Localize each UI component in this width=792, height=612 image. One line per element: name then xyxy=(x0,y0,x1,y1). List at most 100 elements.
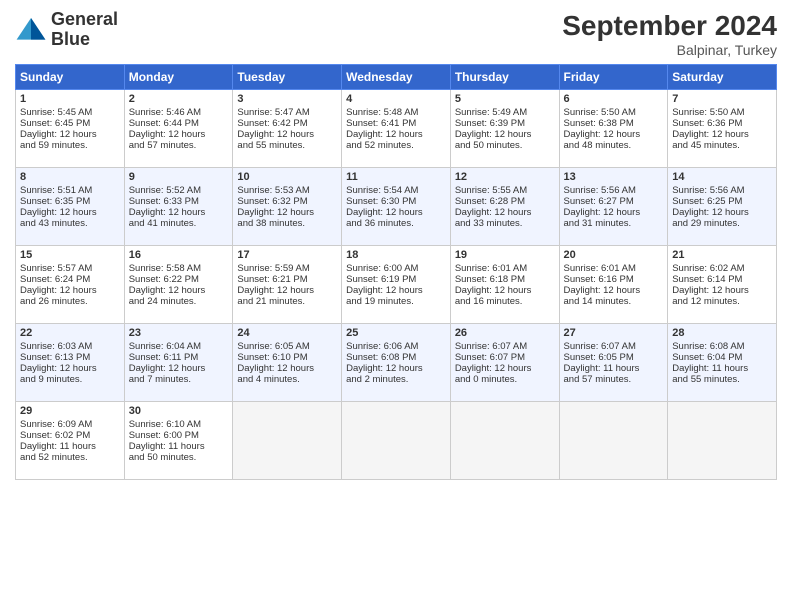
cell-line: and 57 minutes. xyxy=(564,374,664,385)
day-number: 4 xyxy=(346,93,446,105)
calendar-cell: 18Sunrise: 6:00 AMSunset: 6:19 PMDayligh… xyxy=(342,246,451,324)
cell-line: and 50 minutes. xyxy=(455,140,555,151)
month-title: September 2024 xyxy=(562,10,777,42)
cell-line: Sunset: 6:04 PM xyxy=(672,352,772,363)
calendar-cell: 28 Sunrise: 6:08 AMSunset: 6:04 PMDayligh… xyxy=(668,324,777,402)
day-number: 21 xyxy=(672,249,772,261)
cell-line: and 33 minutes. xyxy=(455,218,555,229)
cell-line: Daylight: 12 hours xyxy=(346,363,446,374)
cell-line: Daylight: 12 hours xyxy=(564,285,664,296)
cell-line: and 45 minutes. xyxy=(672,140,772,151)
cell-line: Daylight: 11 hours xyxy=(672,363,772,374)
cell-line: Daylight: 12 hours xyxy=(346,285,446,296)
cell-line: Sunrise: 6:01 AM xyxy=(455,263,555,274)
cell-line: and 16 minutes. xyxy=(455,296,555,307)
day-number: 3 xyxy=(237,93,337,105)
calendar-table: SundayMondayTuesdayWednesdayThursdayFrid… xyxy=(15,64,777,480)
cell-line: and 59 minutes. xyxy=(20,140,120,151)
cell-line: Sunset: 6:44 PM xyxy=(129,118,229,129)
cell-line: and 31 minutes. xyxy=(564,218,664,229)
title-block: September 2024 Balpinar, Turkey xyxy=(562,10,777,58)
calendar-cell: 22Sunrise: 6:03 AMSunset: 6:13 PMDayligh… xyxy=(16,324,125,402)
cell-line: and 14 minutes. xyxy=(564,296,664,307)
cell-line: Sunrise: 6:10 AM xyxy=(129,419,229,430)
calendar-cell: 16Sunrise: 5:58 AMSunset: 6:22 PMDayligh… xyxy=(124,246,233,324)
cell-line: Sunset: 6:24 PM xyxy=(20,274,120,285)
logo: General Blue xyxy=(15,10,118,50)
cell-line: Daylight: 12 hours xyxy=(129,129,229,140)
cell-line: Sunrise: 5:54 AM xyxy=(346,185,446,196)
cell-line: Sunrise: 5:49 AM xyxy=(455,107,555,118)
day-number: 1 xyxy=(20,93,120,105)
cell-line: Daylight: 12 hours xyxy=(346,129,446,140)
cell-line: Sunset: 6:32 PM xyxy=(237,196,337,207)
cell-line: and 21 minutes. xyxy=(237,296,337,307)
cell-line: Sunset: 6:10 PM xyxy=(237,352,337,363)
cell-line: Sunrise: 5:51 AM xyxy=(20,185,120,196)
cell-line: Sunrise: 5:46 AM xyxy=(129,107,229,118)
cell-line: Sunset: 6:30 PM xyxy=(346,196,446,207)
calendar-cell: 12Sunrise: 5:55 AMSunset: 6:28 PMDayligh… xyxy=(450,168,559,246)
cell-line: Daylight: 12 hours xyxy=(455,363,555,374)
cell-line: Sunset: 6:00 PM xyxy=(129,430,229,441)
cell-line: Daylight: 12 hours xyxy=(20,285,120,296)
calendar-cell xyxy=(559,402,668,480)
cell-line: Sunrise: 5:59 AM xyxy=(237,263,337,274)
col-header-thursday: Thursday xyxy=(450,65,559,90)
day-number: 10 xyxy=(237,171,337,183)
cell-line: Daylight: 11 hours xyxy=(129,441,229,452)
cell-line: Sunrise: 5:57 AM xyxy=(20,263,120,274)
cell-line: and 57 minutes. xyxy=(129,140,229,151)
cell-line: Daylight: 12 hours xyxy=(20,363,120,374)
day-number: 20 xyxy=(564,249,664,261)
col-header-friday: Friday xyxy=(559,65,668,90)
cell-line: and 7 minutes. xyxy=(129,374,229,385)
col-header-tuesday: Tuesday xyxy=(233,65,342,90)
day-number: 28 xyxy=(672,327,772,339)
calendar-cell: 19Sunrise: 6:01 AMSunset: 6:18 PMDayligh… xyxy=(450,246,559,324)
cell-line: Sunrise: 6:08 AM xyxy=(672,341,772,352)
calendar-cell: 20Sunrise: 6:01 AMSunset: 6:16 PMDayligh… xyxy=(559,246,668,324)
day-number: 26 xyxy=(455,327,555,339)
page-container: General Blue September 2024 Balpinar, Tu… xyxy=(0,0,792,490)
day-number: 30 xyxy=(129,405,229,417)
col-header-saturday: Saturday xyxy=(668,65,777,90)
cell-line: Sunrise: 6:06 AM xyxy=(346,341,446,352)
day-number: 25 xyxy=(346,327,446,339)
cell-line: Sunset: 6:38 PM xyxy=(564,118,664,129)
cell-line: Daylight: 12 hours xyxy=(564,207,664,218)
calendar-cell: 29Sunrise: 6:09 AMSunset: 6:02 PMDayligh… xyxy=(16,402,125,480)
day-number: 29 xyxy=(20,405,120,417)
cell-line: Sunset: 6:08 PM xyxy=(346,352,446,363)
calendar-cell: 30 Sunrise: 6:10 AMSunset: 6:00 PMDayligh… xyxy=(124,402,233,480)
cell-line: and 36 minutes. xyxy=(346,218,446,229)
calendar-cell xyxy=(450,402,559,480)
day-number: 8 xyxy=(20,171,120,183)
day-number: 27 xyxy=(564,327,664,339)
cell-line: Sunrise: 6:02 AM xyxy=(672,263,772,274)
calendar-cell: 13Sunrise: 5:56 AMSunset: 6:27 PMDayligh… xyxy=(559,168,668,246)
cell-line: Sunrise: 6:07 AM xyxy=(455,341,555,352)
cell-line: Sunset: 6:14 PM xyxy=(672,274,772,285)
calendar-cell: 4Sunrise: 5:48 AMSunset: 6:41 PMDaylight… xyxy=(342,90,451,168)
cell-line: and 43 minutes. xyxy=(20,218,120,229)
cell-line: and 26 minutes. xyxy=(20,296,120,307)
calendar-cell: 6Sunrise: 5:50 AMSunset: 6:38 PMDaylight… xyxy=(559,90,668,168)
calendar-cell xyxy=(668,402,777,480)
cell-line: and 0 minutes. xyxy=(455,374,555,385)
cell-line: Sunrise: 5:50 AM xyxy=(564,107,664,118)
cell-line: Sunset: 6:11 PM xyxy=(129,352,229,363)
cell-line: Daylight: 12 hours xyxy=(346,207,446,218)
cell-line: and 52 minutes. xyxy=(20,452,120,463)
day-number: 6 xyxy=(564,93,664,105)
day-number: 24 xyxy=(237,327,337,339)
calendar-cell xyxy=(233,402,342,480)
cell-line: Sunset: 6:39 PM xyxy=(455,118,555,129)
cell-line: Daylight: 12 hours xyxy=(672,285,772,296)
cell-line: Daylight: 11 hours xyxy=(564,363,664,374)
cell-line: and 12 minutes. xyxy=(672,296,772,307)
cell-line: Sunrise: 6:09 AM xyxy=(20,419,120,430)
cell-line: Daylight: 12 hours xyxy=(455,285,555,296)
cell-line: and 41 minutes. xyxy=(129,218,229,229)
calendar-cell: 5Sunrise: 5:49 AMSunset: 6:39 PMDaylight… xyxy=(450,90,559,168)
